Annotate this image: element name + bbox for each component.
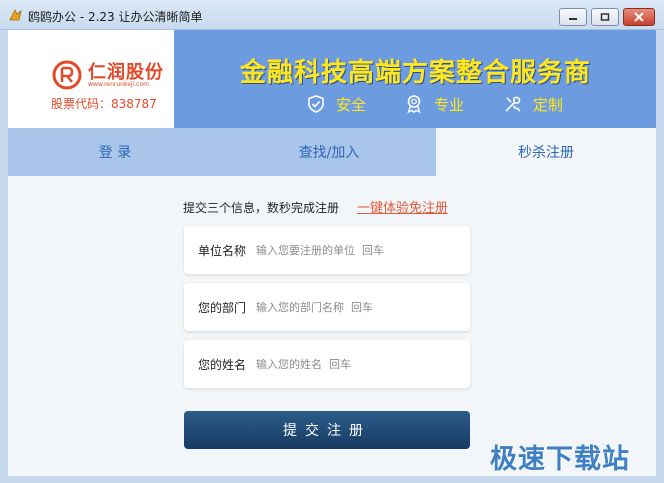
stock-code: 股票代码：838787 xyxy=(51,97,157,111)
department-label: 您的部门 xyxy=(198,301,247,315)
department-input[interactable] xyxy=(256,296,456,318)
name-field: 您的姓名 xyxy=(184,340,470,388)
submit-register-button[interactable]: 提交注册 xyxy=(184,411,470,449)
company-logo: 仁润股份 www.renrunkeji.com 股票代码：838787 xyxy=(8,30,174,128)
banner: 仁润股份 www.renrunkeji.com 股票代码：838787 金融科技… xyxy=(8,30,656,128)
feature-security: 安全 xyxy=(306,93,366,115)
tab-login[interactable]: 登 录 xyxy=(8,128,222,176)
company-logo-icon xyxy=(52,60,82,90)
form-hint: 提交三个信息，数秒完成注册 xyxy=(183,201,340,215)
name-input[interactable] xyxy=(256,353,456,375)
feature-custom: 定制 xyxy=(503,93,563,115)
tab-bar: 登 录 查找/加入 秒杀注册 xyxy=(8,128,656,176)
watermark: 极速下载站 xyxy=(490,444,630,475)
minimize-button[interactable] xyxy=(559,8,587,26)
minimize-icon xyxy=(569,18,577,20)
tools-icon xyxy=(505,96,521,112)
medal-icon xyxy=(407,95,421,114)
shield-check-icon xyxy=(308,95,324,113)
department-field: 您的部门 xyxy=(184,283,470,331)
close-button[interactable] xyxy=(623,8,655,26)
quick-trial-link[interactable]: 一键体验免注册 xyxy=(357,197,448,216)
banner-slogan: 金融科技高端方案整合服务商 xyxy=(240,58,592,88)
client-area: 仁润股份 www.renrunkeji.com 股票代码：838787 金融科技… xyxy=(8,30,656,476)
company-url: www.renrunkeji.com xyxy=(88,81,149,88)
app-icon xyxy=(9,9,22,21)
feature-label: 专业 xyxy=(434,95,465,114)
close-icon xyxy=(634,12,644,22)
tab-quick-register[interactable]: 秒杀注册 xyxy=(436,128,656,176)
maximize-icon xyxy=(600,13,610,21)
name-label: 您的姓名 xyxy=(198,358,247,372)
feature-label: 安全 xyxy=(336,95,367,114)
maximize-button[interactable] xyxy=(591,8,619,26)
feature-label: 定制 xyxy=(533,95,564,114)
organization-label: 单位名称 xyxy=(198,244,247,258)
organization-input[interactable] xyxy=(256,239,456,261)
feature-professional: 专业 xyxy=(404,93,464,115)
window-title: 鸥鸥办公 - 2.23 让办公清晰简单 xyxy=(28,10,203,24)
title-bar[interactable]: 鸥鸥办公 - 2.23 让办公清晰简单 xyxy=(0,0,664,30)
organization-field: 单位名称 xyxy=(184,226,470,274)
tab-find-join[interactable]: 查找/加入 xyxy=(222,128,436,176)
